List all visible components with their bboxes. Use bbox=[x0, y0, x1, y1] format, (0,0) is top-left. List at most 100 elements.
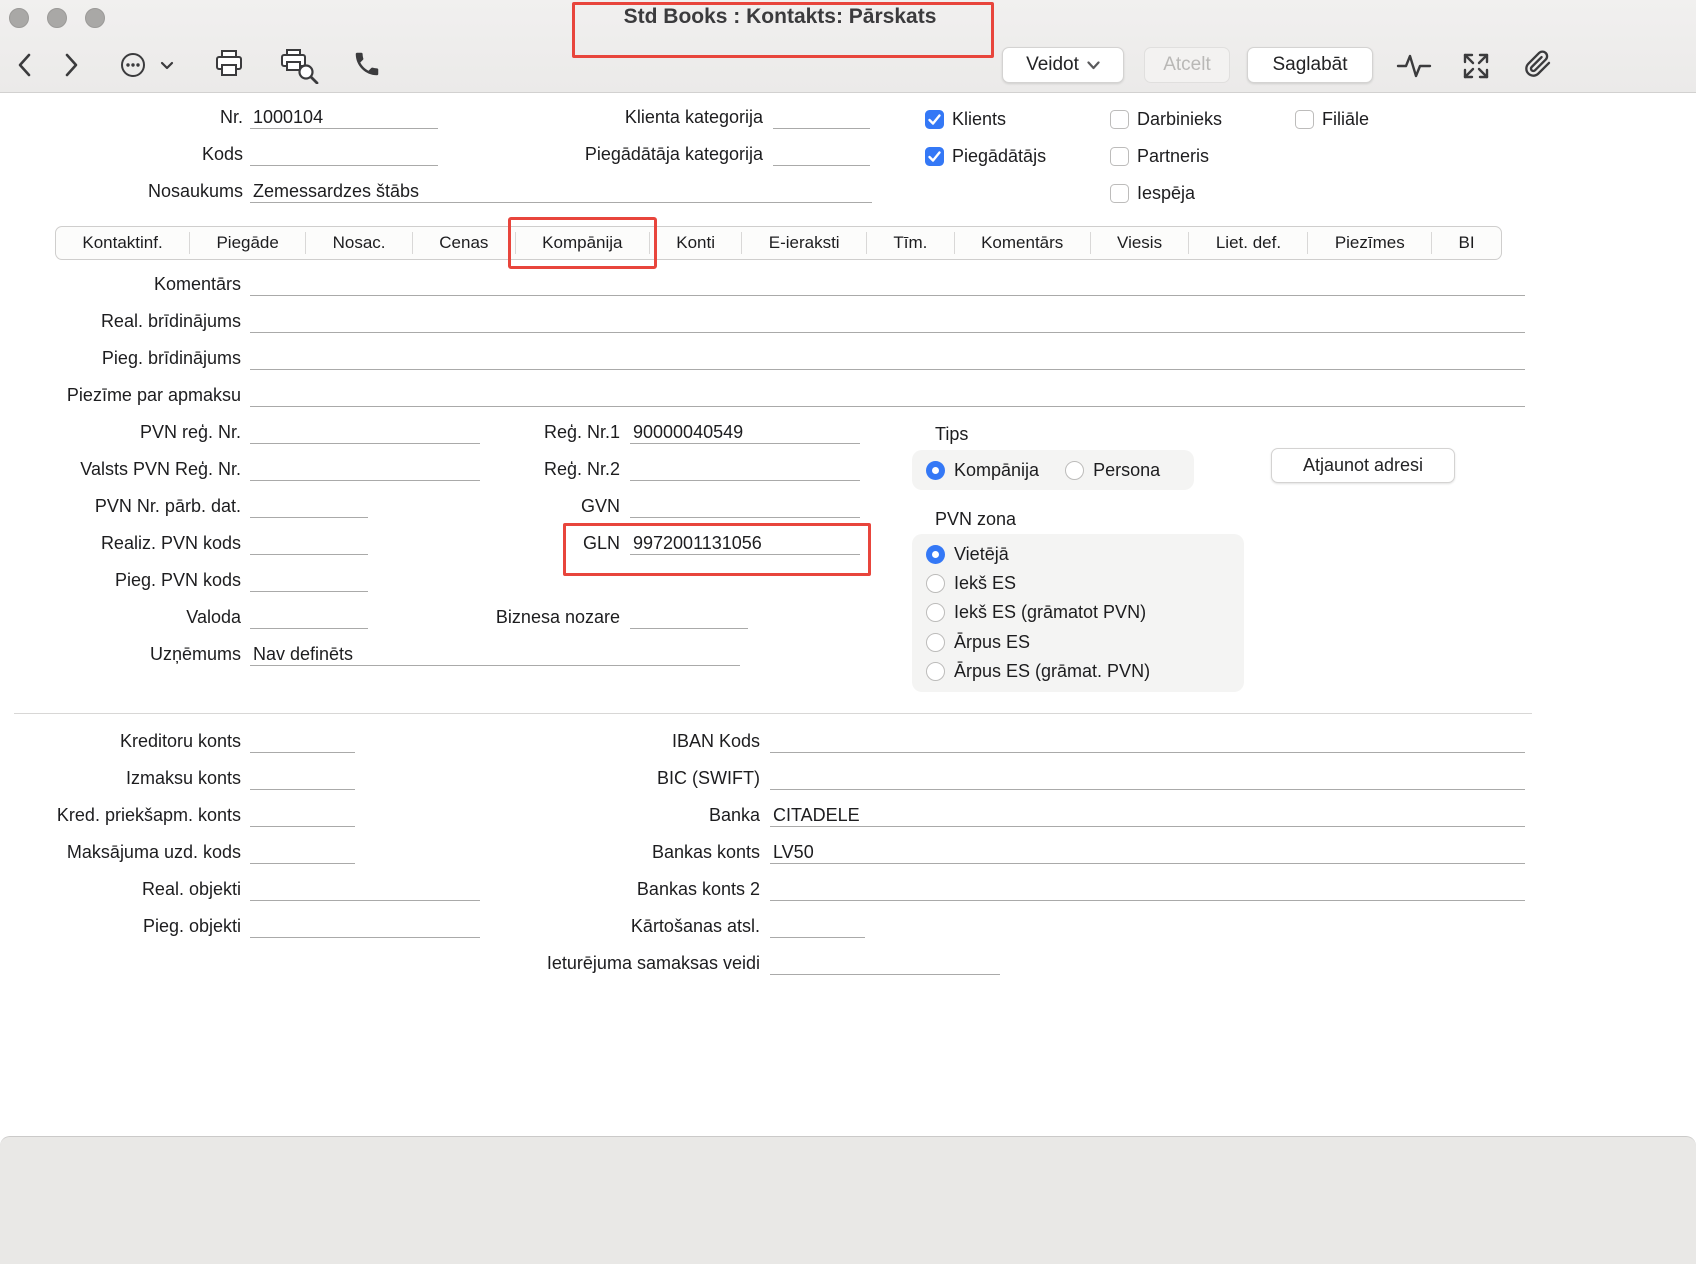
create-button[interactable]: Veidot bbox=[1002, 47, 1124, 83]
pvn-zona-option-vieteja-label: Vietējā bbox=[954, 544, 1009, 565]
attachments-paperclip-button[interactable] bbox=[1524, 49, 1552, 84]
uznemums-field[interactable]: Nav definēts bbox=[250, 642, 740, 666]
kred-prieksapm-konts-field[interactable] bbox=[250, 803, 355, 827]
izmaksu-konts-field[interactable] bbox=[250, 766, 355, 790]
atjaunot-adresi-button[interactable]: Atjaunot adresi bbox=[1271, 448, 1455, 483]
uznemums-label: Uzņēmums bbox=[10, 642, 241, 667]
bic-swift-label: BIC (SWIFT) bbox=[450, 766, 760, 791]
pvn-reg-nr-field[interactable] bbox=[250, 420, 480, 444]
pvn-nr-parb-dat-field[interactable] bbox=[250, 494, 368, 518]
tab-bi[interactable]: BI bbox=[1432, 227, 1501, 259]
klienta-kategorija-field[interactable] bbox=[773, 105, 870, 129]
forward-button[interactable] bbox=[60, 50, 82, 85]
realiz-pvn-kods-field[interactable] bbox=[250, 531, 368, 555]
save-button[interactable]: Saglabāt bbox=[1247, 47, 1373, 83]
pieg-pvn-kods-field[interactable] bbox=[250, 568, 368, 592]
section-divider bbox=[14, 713, 1532, 714]
print-preview-button[interactable] bbox=[278, 48, 320, 89]
klienta-kategorija-label: Klienta kategorija bbox=[480, 105, 763, 130]
partneris-checkbox[interactable] bbox=[1110, 147, 1129, 166]
pieg-objekti-field[interactable] bbox=[250, 914, 480, 938]
bankas-konts-2-field[interactable] bbox=[770, 877, 1525, 901]
reg-nr2-field[interactable] bbox=[630, 457, 860, 481]
tab-kompanija-label: Kompānija bbox=[542, 233, 622, 253]
iespeja-checkbox-label: Iespēja bbox=[1137, 181, 1195, 205]
tab-kontaktinf[interactable]: Kontaktinf. bbox=[56, 227, 189, 259]
real-bridinajums-field[interactable] bbox=[250, 309, 1525, 333]
cancel-button[interactable]: Atcelt bbox=[1144, 47, 1230, 83]
save-button-label: Saglabāt bbox=[1272, 54, 1347, 76]
tab-viesis[interactable]: Viesis bbox=[1091, 227, 1189, 259]
activity-pulse-button[interactable] bbox=[1396, 50, 1432, 85]
filiale-checkbox[interactable] bbox=[1295, 110, 1314, 129]
tab-komentars[interactable]: Komentārs bbox=[955, 227, 1090, 259]
radio-unselected-icon bbox=[926, 603, 945, 622]
pvn-zona-option-ieks-es[interactable]: Iekš ES bbox=[926, 573, 1230, 594]
bic-swift-field[interactable] bbox=[770, 766, 1525, 790]
gvn-label: GVN bbox=[460, 494, 620, 519]
print-button[interactable] bbox=[212, 48, 246, 85]
tips-option-persona[interactable]: Persona bbox=[1065, 460, 1160, 481]
reg-nr1-field[interactable]: 90000040549 bbox=[630, 420, 860, 444]
nr-label: Nr. bbox=[60, 105, 243, 130]
tab-kompanija[interactable]: Kompānija bbox=[516, 227, 649, 259]
gln-field[interactable]: 9972001131056 bbox=[630, 531, 860, 555]
bankas-konts-field[interactable]: LV50 bbox=[770, 840, 1525, 864]
reg-nr2-label: Reģ. Nr.2 bbox=[460, 457, 620, 482]
record-menu-button[interactable] bbox=[118, 50, 182, 85]
nosaukums-field[interactable]: Zemessardzes štābs bbox=[250, 179, 872, 203]
radio-unselected-icon bbox=[1065, 461, 1084, 480]
nr-field[interactable]: 1000104 bbox=[250, 105, 438, 129]
tips-option-kompanija[interactable]: Kompānija bbox=[926, 460, 1039, 481]
pieg-bridinajums-field[interactable] bbox=[250, 346, 1525, 370]
ieturejuma-samaksas-veidi-field[interactable] bbox=[770, 951, 1000, 975]
real-objekti-field[interactable] bbox=[250, 877, 480, 901]
radio-selected-icon bbox=[926, 461, 945, 480]
pvn-zona-option-ieks-es-gramatot[interactable]: Iekš ES (grāmatot PVN) bbox=[926, 602, 1230, 623]
komentars-label: Komentārs bbox=[10, 272, 241, 297]
tab-e-ieraksti[interactable]: E-ieraksti bbox=[742, 227, 866, 259]
piegadataja-kategorija-field[interactable] bbox=[773, 142, 870, 166]
expand-fullscreen-button[interactable] bbox=[1460, 50, 1492, 87]
darbinieks-checkbox[interactable] bbox=[1110, 110, 1129, 129]
valoda-field[interactable] bbox=[250, 605, 368, 629]
ieturejuma-samaksas-veidi-label: Ieturējuma samaksas veidi bbox=[450, 951, 760, 976]
kods-label: Kods bbox=[60, 142, 243, 167]
valoda-label: Valoda bbox=[10, 605, 241, 630]
kreditoru-konts-field[interactable] bbox=[250, 729, 355, 753]
tab-konti[interactable]: Konti bbox=[650, 227, 742, 259]
iespeja-checkbox[interactable] bbox=[1110, 184, 1129, 203]
gvn-field[interactable] bbox=[630, 494, 860, 518]
tips-option-persona-label: Persona bbox=[1093, 460, 1160, 481]
kods-field[interactable] bbox=[250, 142, 438, 166]
realiz-pvn-kods-label: Realiz. PVN kods bbox=[10, 531, 241, 556]
pvn-zona-option-vieteja[interactable]: Vietējā bbox=[926, 544, 1230, 565]
bankas-konts-2-label: Bankas konts 2 bbox=[450, 877, 760, 902]
tab-piezimes[interactable]: Piezīmes bbox=[1308, 227, 1431, 259]
tab-tim[interactable]: Tīm. bbox=[867, 227, 954, 259]
pvn-zona-option-arpus-es-gramat[interactable]: Ārpus ES (grāmat. PVN) bbox=[926, 661, 1230, 682]
tab-bar: Kontaktinf. Piegāde Nosac. Cenas Kompāni… bbox=[55, 226, 1502, 260]
nosaukums-label: Nosaukums bbox=[60, 179, 243, 204]
tab-cenas[interactable]: Cenas bbox=[413, 227, 515, 259]
pieg-objekti-label: Pieg. objekti bbox=[10, 914, 241, 939]
status-bar bbox=[0, 1136, 1696, 1264]
izmaksu-konts-label: Izmaksu konts bbox=[10, 766, 241, 791]
maksajuma-uzd-kods-field[interactable] bbox=[250, 840, 355, 864]
komentars-field[interactable] bbox=[250, 272, 1525, 296]
iban-kods-field[interactable] bbox=[770, 729, 1525, 753]
tab-piegade[interactable]: Piegāde bbox=[190, 227, 305, 259]
tab-liet-def[interactable]: Liet. def. bbox=[1189, 227, 1307, 259]
piegadatajs-checkbox[interactable] bbox=[925, 147, 944, 166]
pvn-zona-option-arpus-es[interactable]: Ārpus ES bbox=[926, 632, 1230, 653]
tab-nosac[interactable]: Nosac. bbox=[306, 227, 412, 259]
banka-field[interactable]: CITADELE bbox=[770, 803, 1525, 827]
biznesa-nozare-field[interactable] bbox=[630, 605, 748, 629]
valsts-pvn-reg-nr-field[interactable] bbox=[250, 457, 480, 481]
piezime-par-apmaksu-field[interactable] bbox=[250, 383, 1525, 407]
radio-unselected-icon bbox=[926, 662, 945, 681]
kartosanas-atsl-field[interactable] bbox=[770, 914, 865, 938]
klients-checkbox[interactable] bbox=[925, 110, 944, 129]
phone-button[interactable] bbox=[352, 49, 382, 84]
back-button[interactable] bbox=[14, 50, 36, 85]
